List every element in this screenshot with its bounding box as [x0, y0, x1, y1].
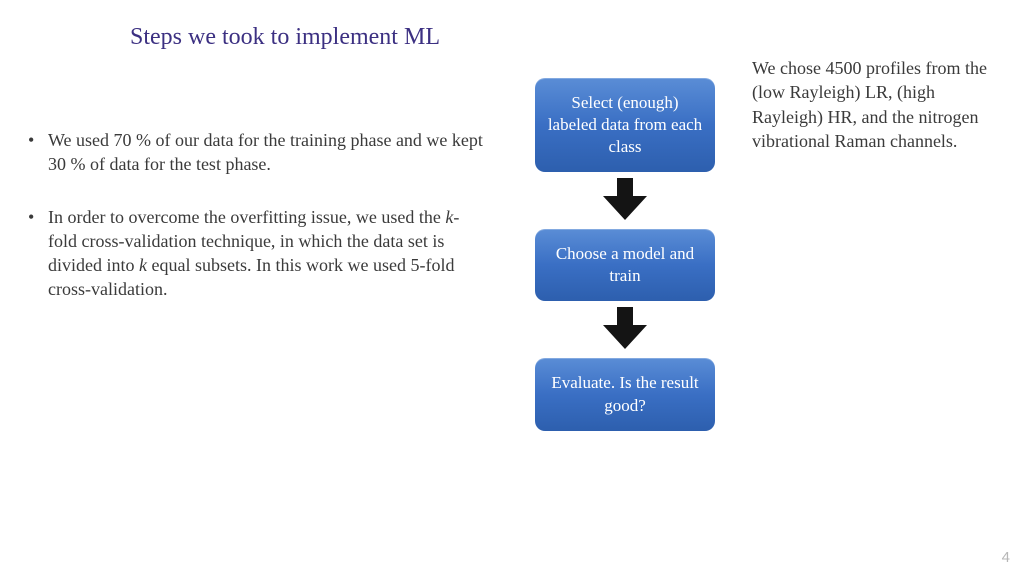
bullet-text: In order to overcome the overfitting iss… [48, 205, 488, 302]
arrow-down-icon [603, 307, 647, 354]
arrow-down-icon [603, 178, 647, 225]
left-column: • We used 70 % of our data for the train… [28, 128, 488, 330]
bullet-dot: • [28, 128, 48, 177]
flowchart: Select (enough) labeled data from each c… [530, 78, 720, 431]
flow-box-select-data: Select (enough) labeled data from each c… [535, 78, 715, 172]
bullet-item: • In order to overcome the overfitting i… [28, 205, 488, 302]
bullet-text: We used 70 % of our data for the trainin… [48, 128, 488, 177]
page-title: Steps we took to implement ML [130, 24, 440, 51]
text-fragment: In order to overcome the overfitting iss… [48, 207, 445, 227]
flow-box-choose-model: Choose a model and train [535, 229, 715, 301]
flow-box-evaluate: Evaluate. Is the result good? [535, 358, 715, 430]
right-annotation: We chose 4500 profiles from the (low Ray… [752, 56, 1000, 153]
bullet-dot: • [28, 205, 48, 302]
italic-k: k [139, 255, 147, 275]
page-number: 4 [1002, 549, 1010, 566]
bullet-item: • We used 70 % of our data for the train… [28, 128, 488, 177]
